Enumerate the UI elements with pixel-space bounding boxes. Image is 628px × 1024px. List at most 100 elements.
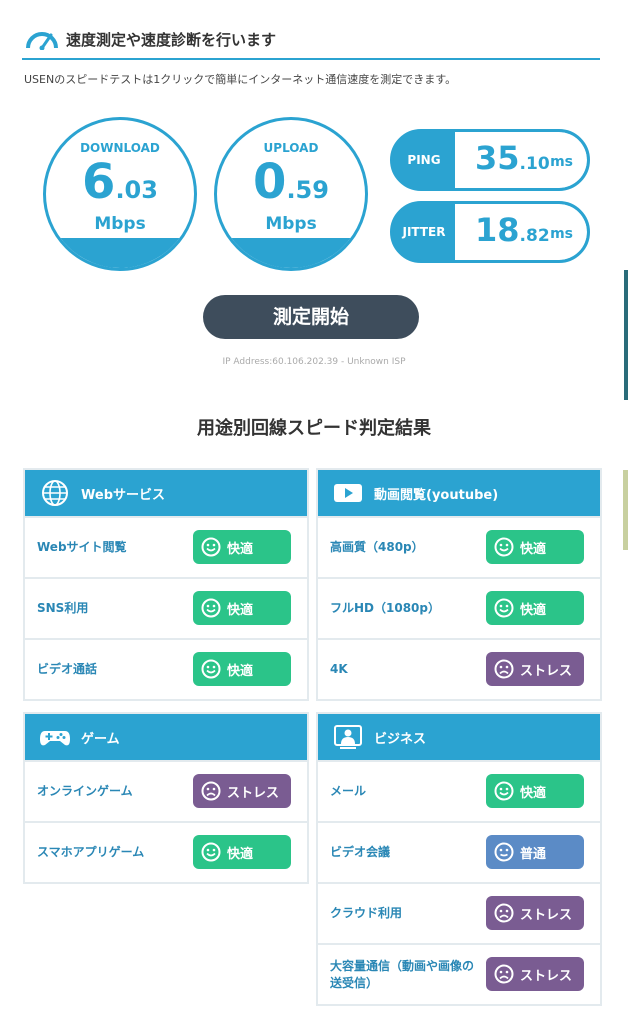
status-badge-label: 快適 [227,847,254,862]
result-row-label: フルHD（1080p） [330,601,440,615]
smile-face-icon [201,659,221,679]
result-row: フルHD（1080p） 快適 [318,577,600,638]
status-badge-label: 普通 [520,847,547,862]
jitter-meter: JITTER 18.82 ms [390,201,590,263]
frown-face-icon [494,964,514,984]
result-row-label: オンラインゲーム [37,784,133,798]
status-badge: ストレス [486,652,584,686]
result-row-label: 4K [330,662,348,676]
result-row: ビデオ通話 快適 [25,638,307,699]
status-badge-label: ストレス [520,969,573,984]
download-unit: Mbps [94,214,146,234]
status-badge-label: 快適 [227,664,254,679]
smile-face-icon [201,842,221,862]
upload-meter-fill [217,238,365,268]
status-badge: ストレス [486,896,584,930]
panel-title: 動画閲覧(youtube) [374,488,499,503]
panel-video: 動画閲覧(youtube) 高画質（480p） 快適 フルHD（1080p） 快適 4K… [316,468,602,701]
status-badge: 快適 [486,591,584,625]
smile-face-icon [494,537,514,557]
play-icon [334,484,362,502]
results-section-title: 用途別回線スピード判定結果 [197,418,431,439]
smile-face-icon [494,598,514,618]
panel-header: 動画閲覧(youtube) [318,470,600,516]
result-row: スマホアプリゲーム 快適 [25,821,307,882]
status-badge: 快適 [193,835,291,869]
panel-title: Webサービス [81,488,165,503]
status-badge-label: 快適 [227,542,254,557]
panel-business: ビジネス メール 快適 ビデオ会議 普通 クラウド利用 ストレス 大容量通信（動画や画像の送… [316,712,602,1006]
result-row-label: ビデオ通話 [37,662,98,676]
neutral-face-icon [494,842,514,862]
gamepad-icon [40,731,70,746]
page-description: USENのスピードテストは1クリックで簡単にインターネット通信速度を測定できます… [24,73,457,86]
smile-face-icon [201,598,221,618]
status-badge: 快適 [486,530,584,564]
status-badge-label: ストレス [520,664,573,679]
status-badge-label: 快適 [520,542,547,557]
ping-unit: ms [550,154,573,170]
page-header: 速度測定や速度診断を行います [22,24,600,60]
frown-face-icon [201,781,221,801]
status-badge-label: 快適 [520,786,547,801]
result-row: 高画質（480p） 快適 [318,516,600,577]
result-row: オンラインゲーム ストレス [25,760,307,821]
smile-face-icon [201,537,221,557]
result-row-label: ビデオ会議 [330,845,391,859]
panel-title: ビジネス [374,732,427,747]
result-row: SNS利用 快適 [25,577,307,638]
speedometer-icon [26,32,58,50]
ip-address-text: IP Address:60.106.202.39 - Unknown ISP [222,357,406,367]
result-row: 4K ストレス [318,638,600,699]
ping-value: 35.10 [475,139,550,177]
result-row: ビデオ会議 普通 [318,821,600,882]
download-value: 6.03 [82,154,158,210]
jitter-value: 18.82 [475,211,550,249]
status-badge-label: 快適 [227,603,254,618]
upload-label: UPLOAD [263,141,319,155]
upload-meter: UPLOAD 0.59 Mbps [214,117,368,271]
status-badge: 普通 [486,835,584,869]
result-row: メール 快適 [318,760,600,821]
status-badge: ストレス [193,774,291,808]
frown-face-icon [494,659,514,679]
status-badge-label: ストレス [520,908,573,923]
result-row: 大容量通信（動画や画像の送受信） ストレス [318,943,600,1004]
panel-header: ビジネス [318,714,600,760]
panel-title: ゲーム [81,732,120,747]
globe-icon [42,480,68,506]
result-row-label: スマホアプリゲーム [37,845,145,859]
result-row: クラウド利用 ストレス [318,882,600,943]
status-badge: 快適 [193,530,291,564]
result-row-label: SNS利用 [37,601,89,615]
panel-header: Webサービス [25,470,307,516]
download-meter-fill [46,238,194,268]
page-title: 速度測定や速度診断を行います [66,31,277,49]
jitter-unit: ms [550,226,573,242]
upload-value: 0.59 [253,154,329,210]
start-measurement-button[interactable]: 測定開始 [203,295,419,339]
video-conference-icon [334,725,362,749]
upload-unit: Mbps [265,214,317,234]
status-badge-label: 快適 [520,603,547,618]
page-edge-decoration [624,270,628,400]
download-meter: DOWNLOAD 6.03 Mbps [43,117,197,271]
status-badge-label: ストレス [227,786,280,801]
smile-face-icon [494,781,514,801]
download-label: DOWNLOAD [80,141,160,155]
result-row: Webサイト閲覧 快適 [25,516,307,577]
jitter-label: JITTER [402,225,446,239]
status-badge: 快適 [193,652,291,686]
panel-web-services: Webサービス Webサイト閲覧 快適 SNS利用 快適 ビデオ通話 快適 [23,468,309,701]
result-row-label: 大容量通信（動画や画像の送受信） [330,958,475,990]
result-row-label: クラウド利用 [330,906,403,920]
panel-header: ゲーム [25,714,307,760]
page-edge-decoration [623,470,628,550]
status-badge: 快適 [486,774,584,808]
status-badge: ストレス [486,957,584,991]
result-row-label: Webサイト閲覧 [37,540,127,554]
result-row-label: 高画質（480p） [330,540,424,554]
ping-meter: PING 35.10 ms [390,129,590,191]
panel-game: ゲーム オンラインゲーム ストレススマホアプリゲーム 快適 [23,712,309,884]
ping-label: PING [407,153,441,167]
